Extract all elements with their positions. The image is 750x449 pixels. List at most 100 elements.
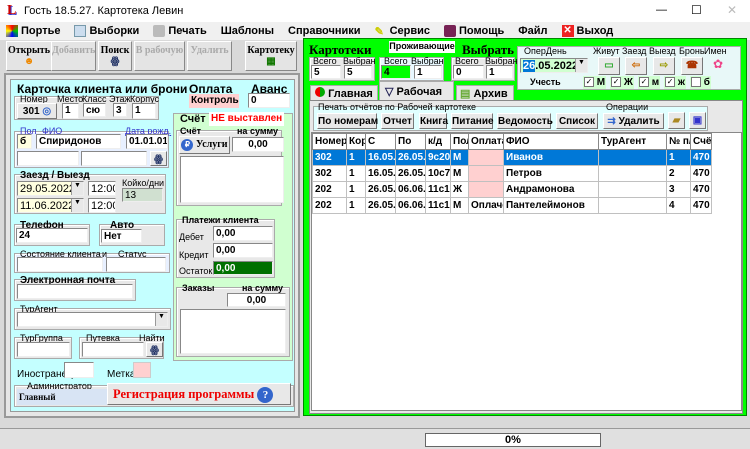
- column-header[interactable]: По: [395, 133, 426, 150]
- check-M[interactable]: ✓ М: [583, 76, 607, 89]
- departure-button[interactable]: ⇨: [653, 57, 675, 75]
- report-button[interactable]: Отчет: [381, 113, 414, 129]
- save-button[interactable]: ▣: [689, 112, 706, 129]
- column-header[interactable]: к/д: [425, 133, 451, 150]
- menu-exit[interactable]: ✕ Выход: [561, 25, 613, 37]
- floor-field[interactable]: 3: [113, 103, 127, 117]
- to-work-button[interactable]: В рабочую: [134, 41, 185, 71]
- check-m[interactable]: ✓ м: [637, 76, 661, 89]
- place-field[interactable]: 1: [62, 103, 79, 119]
- statement-button[interactable]: Ведомость: [497, 113, 553, 129]
- menu-file[interactable]: Файл: [518, 25, 547, 37]
- minimize-button[interactable]: —: [656, 4, 667, 16]
- departure-time[interactable]: 12:00: [88, 198, 116, 213]
- booking-button[interactable]: ☎: [681, 57, 703, 75]
- by-rooms-button[interactable]: По номерам: [317, 113, 378, 129]
- arrival-button[interactable]: ⇦: [625, 57, 647, 75]
- fio-field[interactable]: Спиридонов: [36, 134, 121, 149]
- menu-print[interactable]: Печать: [153, 25, 207, 37]
- menu-selections[interactable]: Выборки: [74, 25, 139, 37]
- table-row[interactable]: 302 1 16.05. 26.05. 10c7 М Петров 2 470: [312, 165, 712, 182]
- maximize-button[interactable]: ☐: [691, 3, 702, 17]
- client-state-field[interactable]: [17, 257, 103, 272]
- search-button[interactable]: Поиск ꙮ: [98, 41, 132, 71]
- menu-service[interactable]: ✎ Сервис: [375, 25, 430, 38]
- column-header[interactable]: Счёт: [690, 133, 712, 150]
- list-button[interactable]: Список: [556, 113, 598, 129]
- column-header[interactable]: С: [365, 133, 396, 150]
- find-client-button[interactable]: ꙮ: [150, 151, 167, 166]
- table-row[interactable]: 202 1 26.05. 06.06. 11c1 Ж Андрамонова 3 470: [312, 181, 712, 198]
- room-button[interactable]: 301 ◎: [17, 103, 57, 119]
- table-row[interactable]: 302 1 16.05. 26.05. 9c20 М Иванов 1 470: [312, 149, 712, 166]
- dropdown-arrow-icon[interactable]: ▼: [575, 59, 587, 72]
- dropdown-arrow-icon[interactable]: ▼: [71, 182, 83, 195]
- tour-group-field[interactable]: [17, 342, 70, 357]
- check-zh[interactable]: ✓ ж: [664, 76, 687, 89]
- check-Zh[interactable]: ✓ Ж: [610, 76, 634, 89]
- operday-date[interactable]: 26.05.2022 ▼: [520, 58, 588, 73]
- open-folder-button[interactable]: ▰: [668, 112, 685, 129]
- living-tab[interactable]: Проживающие: [389, 41, 455, 53]
- meals-button[interactable]: Питание: [451, 113, 494, 129]
- patronymic-field[interactable]: [81, 151, 147, 166]
- column-header[interactable]: Пол: [450, 133, 469, 150]
- column-header[interactable]: ФИО: [503, 133, 599, 150]
- table-cell: Пантелеймонов: [503, 197, 599, 214]
- name-field[interactable]: [17, 151, 79, 166]
- services-button[interactable]: ₽ Услуги: [179, 136, 230, 154]
- menu-templates[interactable]: Шаблоны: [221, 25, 274, 37]
- menu-help[interactable]: Помощь: [444, 25, 504, 37]
- class-field[interactable]: сю: [83, 103, 106, 117]
- auto-field[interactable]: Нет: [101, 229, 142, 243]
- check-b[interactable]: б: [690, 76, 711, 89]
- column-header[interactable]: № п/: [666, 133, 691, 150]
- table-cell: 470: [690, 149, 712, 166]
- menu-references[interactable]: Справочники: [288, 25, 361, 37]
- email-field[interactable]: [17, 284, 133, 299]
- mark-field[interactable]: [133, 362, 151, 378]
- status-field[interactable]: [106, 257, 166, 272]
- delete-records-button[interactable]: ⇉ Удалить: [603, 113, 664, 129]
- payment-field[interactable]: Контроль: [189, 94, 239, 108]
- close-button[interactable]: ✕: [727, 3, 737, 17]
- orders-list[interactable]: [180, 309, 286, 354]
- foreigner-field[interactable]: [64, 362, 94, 378]
- column-header[interactable]: ТурАгент: [598, 133, 667, 150]
- book-button[interactable]: Книга: [419, 113, 448, 129]
- column-header[interactable]: Оплата: [468, 133, 504, 150]
- voucher-field[interactable]: [82, 342, 144, 357]
- names-button[interactable]: ✿: [707, 57, 729, 75]
- arrival-date[interactable]: 29.05.2022 ▼: [17, 181, 84, 196]
- table-row[interactable]: 202126.05.06.06.11c1МОплачеПантелеймонов…: [312, 197, 712, 214]
- bill-list[interactable]: [180, 156, 284, 203]
- status-bar: [0, 428, 750, 449]
- advance-field[interactable]: 0: [248, 93, 290, 108]
- departure-date[interactable]: 11.06.2022 ▼: [17, 198, 84, 213]
- delete-button[interactable]: Удалить: [187, 41, 232, 71]
- building-field[interactable]: 1: [132, 103, 156, 119]
- tab-work[interactable]: ▽ Рабочая: [379, 81, 454, 101]
- sex-field[interactable]: б: [17, 134, 32, 149]
- column-header[interactable]: Кор: [346, 133, 366, 150]
- window-title: Гость 18.5.27. Картотека Левин: [24, 5, 184, 17]
- menu-portier[interactable]: Портье: [6, 25, 60, 37]
- tab-main[interactable]: Главная: [310, 85, 378, 101]
- tour-agent-select[interactable]: ▼: [17, 312, 168, 327]
- cardfile-button[interactable]: Картотеку ▦: [245, 41, 297, 71]
- register-program-button[interactable]: Регистрация программы ?: [107, 383, 291, 405]
- add-button[interactable]: Добавить: [51, 41, 96, 71]
- dropdown-arrow-icon[interactable]: ▼: [155, 313, 167, 326]
- arrival-time[interactable]: 12:00: [88, 181, 116, 196]
- table-cell: 1: [666, 149, 691, 166]
- table-cell: 4: [666, 197, 691, 214]
- dob-field[interactable]: 01.01.01: [126, 134, 168, 149]
- tab-archive[interactable]: ▤ Архив: [456, 85, 514, 101]
- find-voucher-button[interactable]: ꙮ: [146, 342, 163, 357]
- orders-sum-field: 0,00: [227, 293, 286, 307]
- living-button[interactable]: ▭: [598, 57, 620, 75]
- open-button[interactable]: Открыть ☻: [6, 41, 52, 71]
- phone-field[interactable]: 24: [16, 228, 88, 243]
- dropdown-arrow-icon[interactable]: ▼: [71, 199, 83, 212]
- column-header[interactable]: Номер: [312, 133, 347, 150]
